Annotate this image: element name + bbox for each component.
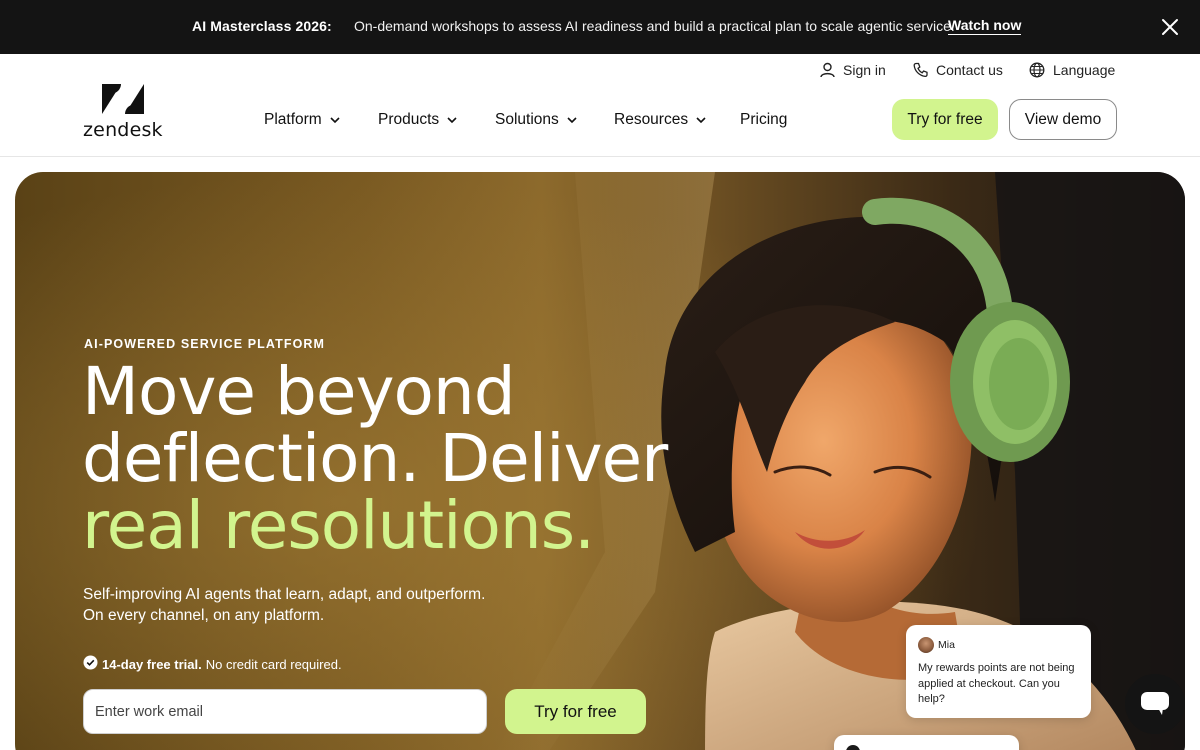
avatar	[918, 637, 934, 653]
nav-products-label: Products	[378, 111, 440, 128]
announcement-bar: AI Masterclass 2026: On-demand workshops…	[0, 0, 1200, 54]
headline-line-1: Move beyond	[82, 353, 516, 430]
hero-headline: Move beyond deflection. Deliver real res…	[82, 353, 668, 564]
nav-pricing-label: Pricing	[740, 111, 788, 128]
logo-wordmark: zendesk	[83, 119, 163, 141]
globe-icon	[1029, 62, 1045, 78]
chevron-down-icon	[447, 117, 457, 124]
site-header: zendesk Sign in Contact us Language Plat…	[0, 54, 1200, 157]
announcement-text: On-demand workshops to assess AI readine…	[354, 18, 955, 34]
check-circle-icon	[83, 655, 98, 673]
sign-in-link[interactable]: Sign in	[820, 62, 886, 78]
zendesk-logo[interactable]: zendesk	[83, 82, 165, 142]
chevron-down-icon	[567, 117, 577, 124]
nav-solutions[interactable]: Solutions	[495, 111, 578, 129]
nav-resources[interactable]: Resources	[614, 111, 707, 129]
nav-resources-label: Resources	[614, 111, 689, 128]
subheading-line-1: Self-improving AI agents that learn, ada…	[83, 586, 486, 603]
nav-solutions-label: Solutions	[495, 111, 559, 128]
chevron-down-icon	[696, 117, 706, 124]
view-demo-button[interactable]: View demo	[1009, 99, 1117, 140]
announcement-title: AI Masterclass 2026:	[192, 18, 332, 34]
nav-pricing[interactable]: Pricing	[740, 111, 787, 129]
sign-in-label: Sign in	[843, 62, 886, 78]
zendesk-logo-mark	[102, 84, 144, 114]
phone-icon	[913, 62, 928, 78]
chat-sender-name: Mia	[938, 639, 955, 651]
chat-bubble-icon	[1141, 692, 1169, 715]
subheading-line-2: On every channel, on any platform.	[83, 607, 325, 624]
chevron-down-icon	[330, 117, 340, 124]
try-for-free-button[interactable]: Try for free	[892, 99, 998, 140]
headline-line-2: deflection. Deliver	[82, 420, 668, 497]
headline-accent: real resolutions.	[82, 487, 595, 564]
language-selector[interactable]: Language	[1029, 62, 1115, 78]
trial-rest-text: No credit card required.	[205, 656, 342, 672]
hero-eyebrow: AI-POWERED SERVICE PLATFORM	[84, 337, 326, 351]
nav-platform-label: Platform	[264, 111, 322, 128]
hero-subheading: Self-improving AI agents that learn, ada…	[83, 584, 563, 626]
trial-note: 14-day free trial. No credit card requir…	[83, 655, 342, 673]
watch-now-link[interactable]: Watch now	[948, 17, 1022, 35]
agent-avatar	[846, 745, 860, 750]
contact-us-label: Contact us	[936, 62, 1003, 78]
nav-products[interactable]: Products	[378, 111, 458, 129]
person-icon	[820, 62, 835, 78]
contact-us-link[interactable]: Contact us	[913, 62, 1003, 78]
hero-try-for-free-button[interactable]: Try for free	[505, 689, 646, 734]
chat-launcher-button[interactable]	[1125, 674, 1185, 734]
nav-platform[interactable]: Platform	[264, 111, 341, 129]
chat-message-card: Mia My rewards points are not being appl…	[906, 625, 1091, 718]
trial-bold-text: 14-day free trial.	[102, 656, 202, 672]
chat-message-text: My rewards points are not being applied …	[918, 662, 1075, 705]
close-icon[interactable]	[1158, 15, 1182, 39]
language-label: Language	[1053, 62, 1116, 78]
chat-reply-card	[834, 735, 1019, 750]
work-email-input[interactable]	[83, 689, 487, 734]
